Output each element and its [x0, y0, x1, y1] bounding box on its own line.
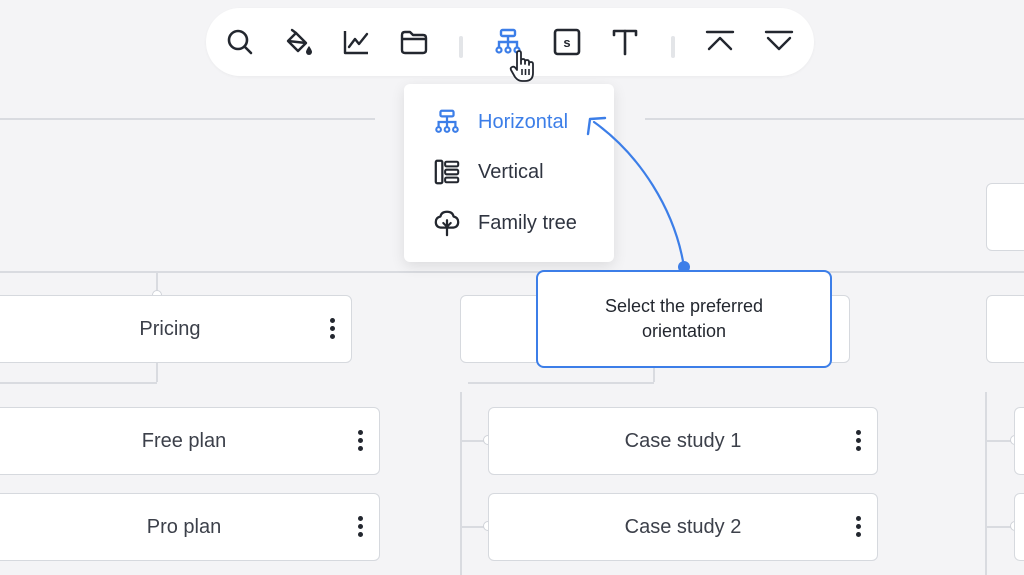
- more-options-icon[interactable]: [855, 430, 861, 452]
- card-partial[interactable]: [986, 183, 1024, 251]
- collapse-button[interactable]: [704, 26, 736, 58]
- toolbar-divider: [671, 36, 675, 58]
- more-options-icon[interactable]: [329, 318, 335, 340]
- horizontal-tree-icon: [432, 107, 462, 137]
- card-pricing[interactable]: Pricing: [0, 295, 352, 363]
- vertical-tree-icon: [432, 157, 462, 187]
- expand-button[interactable]: [763, 26, 795, 58]
- text-icon: [612, 29, 638, 56]
- callout-text: Select the preferred orientation: [604, 296, 764, 341]
- shape-button[interactable]: s: [551, 26, 583, 58]
- card-free-plan[interactable]: Free plan: [0, 407, 380, 475]
- card-partial[interactable]: [1014, 407, 1024, 475]
- chart-button[interactable]: [340, 26, 372, 58]
- connector-line: [645, 118, 1024, 120]
- menu-item-family-tree[interactable]: Family tree: [432, 205, 577, 241]
- card-case-study-1[interactable]: Case study 1: [488, 407, 878, 475]
- menu-item-vertical[interactable]: Vertical: [432, 154, 544, 190]
- callout-arrow: [586, 116, 690, 273]
- connector-line: [460, 392, 462, 575]
- connector-line: [156, 360, 158, 382]
- svg-text:s: s: [563, 35, 570, 50]
- card-label: Pro plan: [146, 515, 222, 538]
- connector-line: [0, 271, 1024, 273]
- more-options-icon[interactable]: [855, 516, 861, 538]
- card-partial[interactable]: [1014, 493, 1024, 561]
- menu-item-horizontal[interactable]: Horizontal: [432, 104, 568, 140]
- search-button[interactable]: [224, 26, 256, 58]
- chevron-down-bar-icon: [764, 30, 794, 51]
- connector-line: [468, 382, 654, 384]
- card-pro-plan[interactable]: Pro plan: [0, 493, 380, 561]
- connector-line: [0, 118, 375, 120]
- tree-icon: [432, 208, 462, 238]
- connector-line: [985, 392, 987, 575]
- hand-cursor-icon: [509, 50, 534, 82]
- card-label: Case study 1: [624, 429, 742, 452]
- paint-bucket-icon: [286, 28, 312, 55]
- menu-item-label: Family tree: [478, 211, 577, 234]
- menu-item-label: Horizontal: [478, 110, 569, 133]
- line-chart-icon: [343, 31, 369, 55]
- search-icon: [227, 29, 253, 55]
- card-label: Case study 2: [624, 515, 742, 538]
- connector-line: [0, 382, 157, 384]
- text-button[interactable]: [609, 26, 641, 58]
- menu-item-label: Vertical: [478, 160, 544, 183]
- toolbar-divider: [459, 36, 463, 58]
- s-box-icon: s: [553, 28, 581, 56]
- card-partial[interactable]: [986, 295, 1024, 363]
- folder-icon: [400, 30, 428, 55]
- callout-tooltip: Select the preferred orientation: [536, 270, 832, 368]
- more-options-icon[interactable]: [357, 430, 363, 452]
- card-case-study-2[interactable]: Case study 2: [488, 493, 878, 561]
- chevron-up-bar-icon: [705, 30, 735, 51]
- card-label: Free plan: [141, 429, 227, 452]
- folder-button[interactable]: [398, 26, 430, 58]
- card-label: Pricing: [139, 317, 201, 340]
- fill-button[interactable]: [282, 26, 314, 58]
- more-options-icon[interactable]: [357, 516, 363, 538]
